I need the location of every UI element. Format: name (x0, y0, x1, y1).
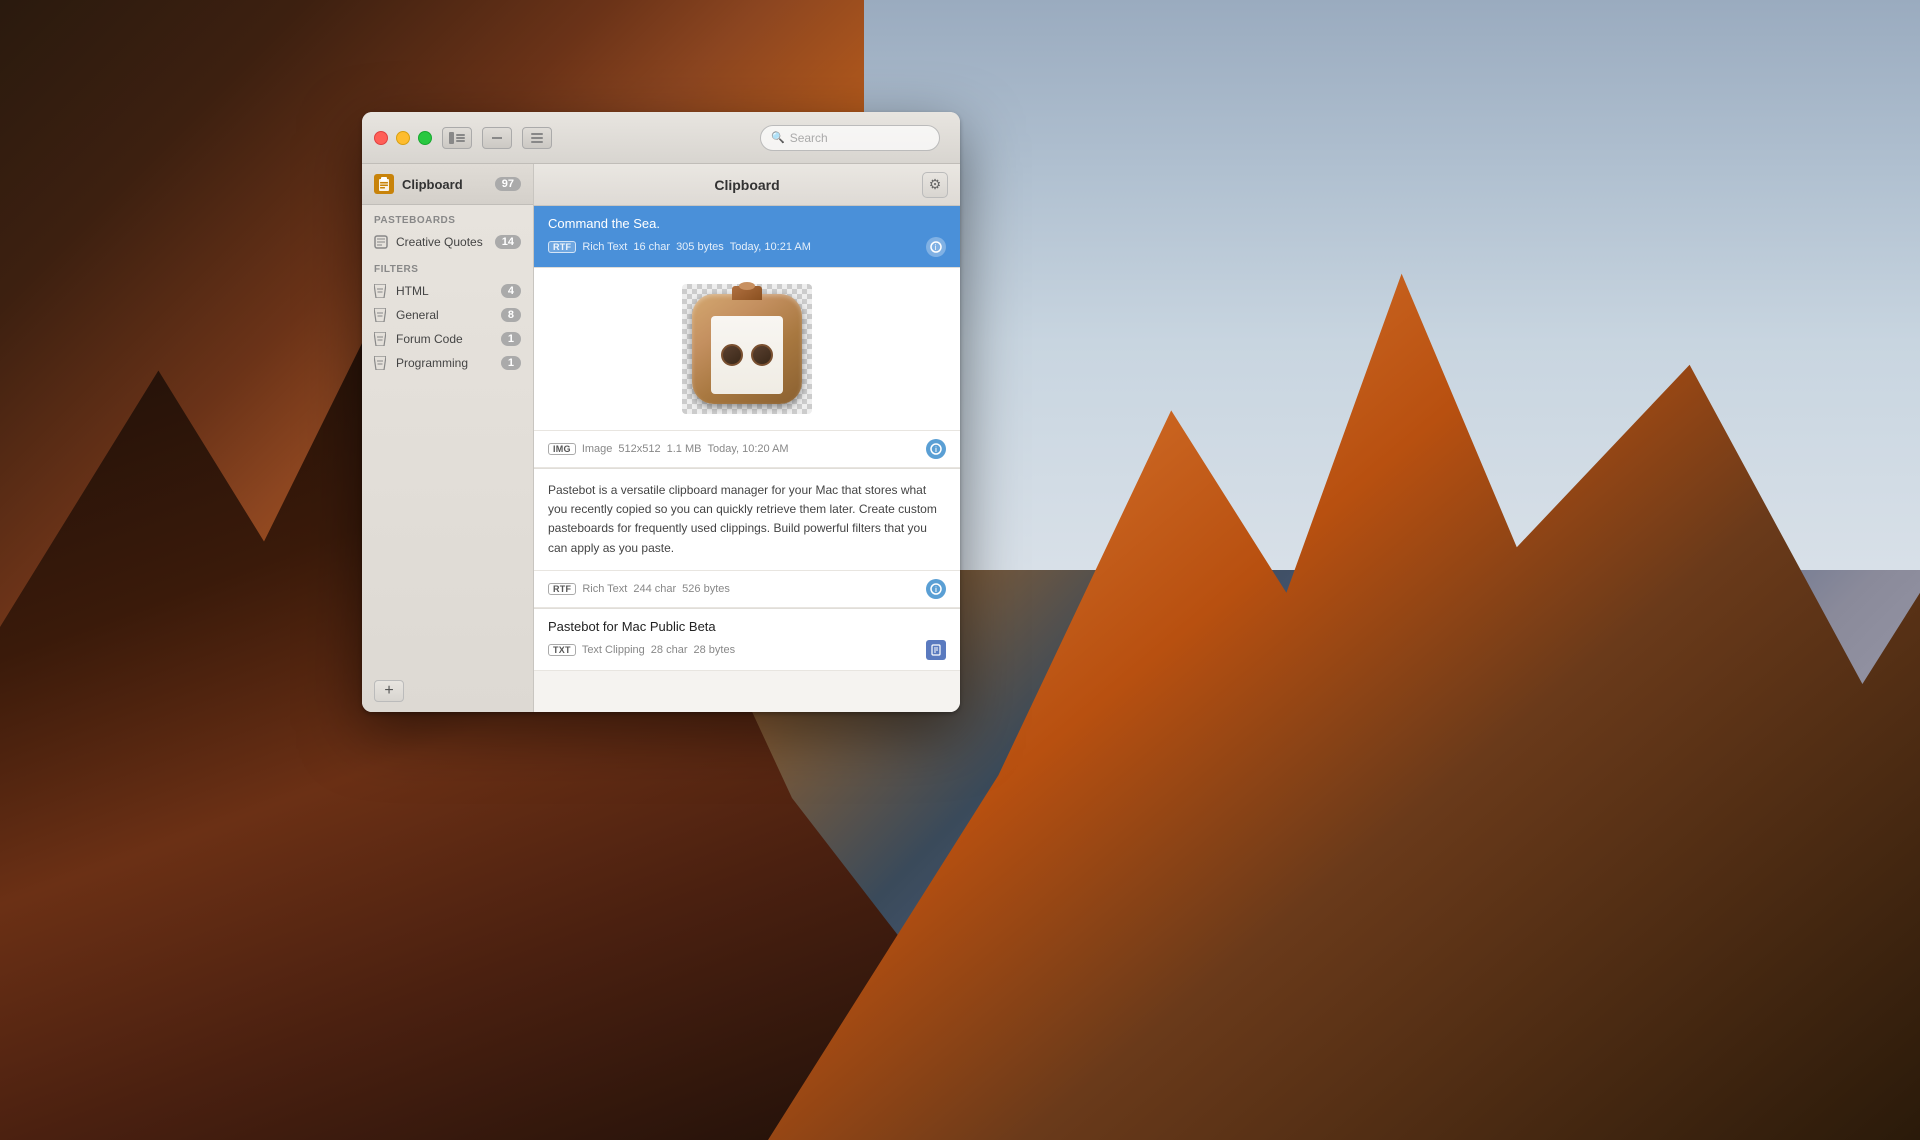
sidebar-item-creative-quotes[interactable]: Creative Quotes 14 (362, 230, 533, 254)
text-clip-content: Pastebot is a versatile clipboard manage… (548, 481, 946, 558)
app-icon-clip (732, 286, 762, 300)
image-checker-bg (682, 284, 812, 414)
sidebar-item-html[interactable]: HTML 4 (362, 279, 533, 303)
img-dimensions: 512x512 (618, 443, 660, 455)
general-filter-badge: 8 (501, 308, 521, 322)
text-clip-meta: RTF Rich Text 244 char 526 bytes i (534, 571, 960, 608)
panel-header: Clipboard ⚙ (534, 164, 960, 206)
html-filter-label: HTML (396, 284, 501, 298)
text-char-count: 244 char (633, 583, 676, 595)
clip-type-label-1: Rich Text (582, 241, 627, 253)
sidebar-clipboard-item[interactable]: Clipboard 97 (362, 164, 533, 205)
app-window: 🔍 Search Clipboard 97 (362, 112, 960, 712)
clip-timestamp-1: Today, 10:21 AM (730, 241, 811, 253)
file-icon[interactable] (926, 640, 946, 660)
sidebar-toggle-button[interactable] (442, 127, 472, 149)
main-panel: Clipboard ⚙ Command the Sea. RTF Rich Te… (534, 164, 960, 712)
clip-size-1: 305 bytes (676, 241, 724, 253)
clip-item-2[interactable]: IMG Image 512x512 1.1 MB Today, 10:20 AM… (534, 268, 960, 469)
sidebar-item-general[interactable]: General 8 (362, 303, 533, 327)
app-icon-hole-left (721, 344, 743, 366)
creative-quotes-badge: 14 (495, 235, 521, 249)
text-size: 526 bytes (682, 583, 730, 595)
filters-section-title: FILTERS (362, 254, 533, 279)
close-button[interactable] (374, 131, 388, 145)
programming-filter-badge: 1 (501, 356, 521, 370)
programming-filter-label: Programming (396, 356, 501, 370)
desktop-background (0, 0, 1920, 1140)
search-placeholder: Search (790, 131, 828, 145)
filter-icon-forum-code (374, 332, 388, 346)
img-info-icon[interactable]: i (926, 439, 946, 459)
last-type-label: Text Clipping (582, 644, 645, 656)
last-char-count: 28 char (651, 644, 688, 656)
img-timestamp: Today, 10:20 AM (707, 443, 788, 455)
app-icon-hole-right (751, 344, 773, 366)
image-meta-row: IMG Image 512x512 1.1 MB Today, 10:20 AM… (534, 430, 960, 468)
sidebar-item-forum-code[interactable]: Forum Code 1 (362, 327, 533, 351)
text-type-badge: RTF (548, 583, 576, 595)
general-filter-label: General (396, 308, 501, 322)
last-type-badge: TXT (548, 644, 576, 656)
search-bar[interactable]: 🔍 Search (760, 125, 940, 151)
clips-list: Command the Sea. RTF Rich Text 16 char 3… (534, 206, 960, 712)
text-type-label: Rich Text (582, 583, 627, 595)
clipboard-badge: 97 (495, 177, 521, 191)
app-icon-paper (711, 316, 783, 394)
svg-text:i: i (935, 447, 937, 454)
img-type-badge: IMG (548, 443, 576, 455)
forum-code-filter-label: Forum Code (396, 332, 501, 346)
filter-icon-programming (374, 356, 388, 370)
minimize-button[interactable] (396, 131, 410, 145)
sidebar-item-programming[interactable]: Programming 1 (362, 351, 533, 375)
content-area: Clipboard 97 PASTEBOARDS Creative Quotes… (362, 164, 960, 712)
forum-code-filter-badge: 1 (501, 332, 521, 346)
clip-item-4[interactable]: Pastebot for Mac Public Beta TXT Text Cl… (534, 609, 960, 671)
text-clip-body: Pastebot is a versatile clipboard manage… (534, 469, 960, 571)
minus-button[interactable] (482, 127, 512, 149)
clip-type-badge-1: RTF (548, 241, 576, 253)
panel-title: Clipboard (572, 177, 922, 193)
last-clip-meta: TXT Text Clipping 28 char 28 bytes (548, 640, 946, 660)
clip-action-icon-1[interactable]: i (926, 237, 946, 257)
creative-quotes-label: Creative Quotes (396, 235, 495, 249)
traffic-lights (374, 131, 432, 145)
clip-image-area (534, 268, 960, 430)
html-filter-badge: 4 (501, 284, 521, 298)
clip-title-1: Command the Sea. (548, 216, 946, 231)
clip-char-count-1: 16 char (633, 241, 670, 253)
pasteboards-section-title: PASTEBOARDS (362, 205, 533, 230)
app-icon (692, 294, 802, 404)
clip-item-1[interactable]: Command the Sea. RTF Rich Text 16 char 3… (534, 206, 960, 268)
img-size: 1.1 MB (667, 443, 702, 455)
pasteboard-icon (374, 235, 388, 249)
clip-item-3[interactable]: Pastebot is a versatile clipboard manage… (534, 469, 960, 609)
last-clip-title: Pastebot for Mac Public Beta (548, 619, 946, 634)
clipboard-label: Clipboard (402, 177, 495, 192)
filter-icon-html (374, 284, 388, 298)
gear-icon: ⚙ (929, 176, 942, 193)
text-info-icon[interactable]: i (926, 579, 946, 599)
titlebar: 🔍 Search (362, 112, 960, 164)
svg-text:i: i (935, 587, 937, 594)
sidebar-spacer (362, 375, 533, 670)
clip-meta-1: RTF Rich Text 16 char 305 bytes Today, 1… (548, 237, 946, 257)
clipboard-icon (374, 174, 394, 194)
filter-icon-general (374, 308, 388, 322)
menu-button[interactable] (522, 127, 552, 149)
sidebar: Clipboard 97 PASTEBOARDS Creative Quotes… (362, 164, 534, 712)
maximize-button[interactable] (418, 131, 432, 145)
svg-text:i: i (935, 243, 937, 252)
add-button[interactable]: + (374, 680, 404, 702)
img-label: Image (582, 443, 613, 455)
gear-button[interactable]: ⚙ (922, 172, 948, 198)
search-icon: 🔍 (771, 131, 785, 144)
last-size: 28 bytes (694, 644, 736, 656)
